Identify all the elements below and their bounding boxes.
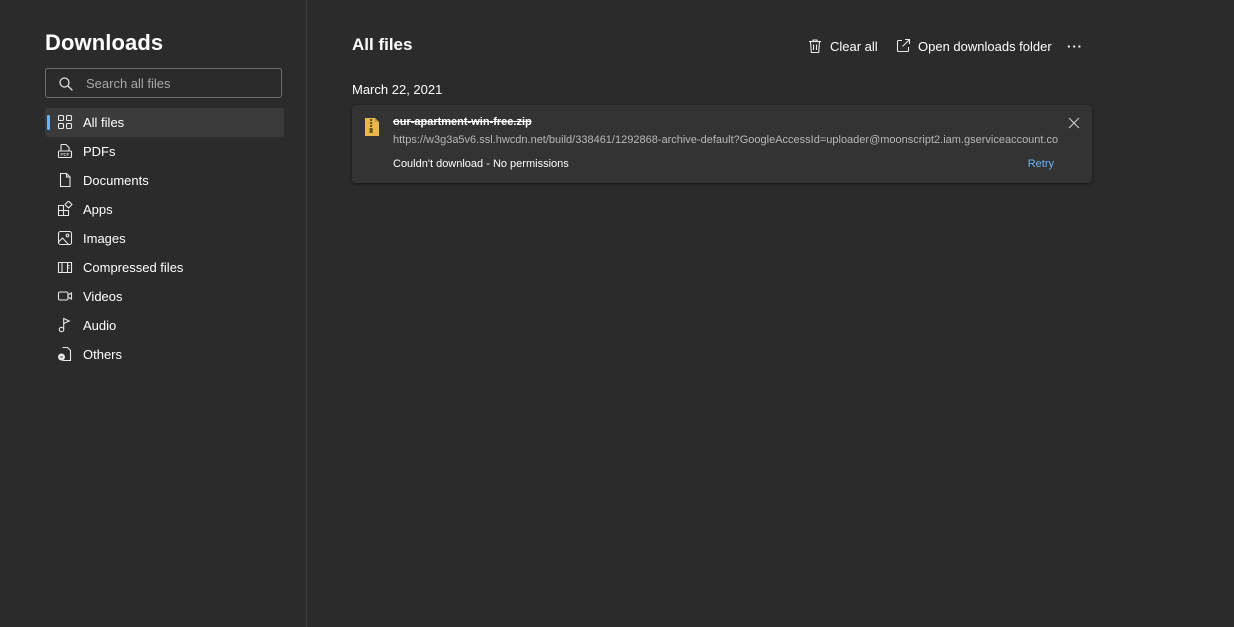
category-nav: All files PDF PDFs Documents Apps Images… xyxy=(45,108,284,369)
sidebar: Downloads All files PDF PDFs xyxy=(0,0,307,627)
svg-text:PDF: PDF xyxy=(61,152,70,157)
image-icon xyxy=(57,230,73,246)
zip-file-icon xyxy=(365,118,379,136)
sidebar-item-label: Videos xyxy=(83,289,123,304)
audio-icon xyxy=(58,317,71,333)
close-icon[interactable] xyxy=(1068,117,1080,129)
sidebar-item-label: Documents xyxy=(83,173,149,188)
pdf-icon: PDF xyxy=(57,143,73,159)
compressed-icon xyxy=(57,261,73,274)
search-input[interactable] xyxy=(86,74,271,92)
download-status: Couldn't download - No permissions xyxy=(393,158,569,170)
sidebar-item-apps[interactable]: Apps xyxy=(45,195,284,224)
main-panel: All files Clear all Open downloads folde… xyxy=(307,0,1234,627)
sidebar-item-label: Apps xyxy=(83,202,113,217)
sidebar-item-label: Images xyxy=(83,231,126,246)
open-downloads-folder-button[interactable]: Open downloads folder xyxy=(895,36,1052,56)
sidebar-item-others[interactable]: Others xyxy=(45,340,284,369)
sidebar-title: Downloads xyxy=(45,30,164,55)
sidebar-item-all-files[interactable]: All files xyxy=(45,108,284,137)
others-icon xyxy=(58,346,72,362)
search-box[interactable] xyxy=(45,68,282,98)
document-icon xyxy=(59,172,71,188)
more-options-icon: ··· xyxy=(1067,38,1083,54)
grid-icon xyxy=(57,114,73,130)
sidebar-item-label: Audio xyxy=(83,318,117,333)
sidebar-item-documents[interactable]: Documents xyxy=(45,166,284,195)
sidebar-item-pdfs[interactable]: PDF PDFs xyxy=(45,137,284,166)
sidebar-item-label: All files xyxy=(83,115,125,130)
video-icon xyxy=(57,291,73,301)
file-name[interactable]: our-apartment-win-free.zip xyxy=(393,116,532,128)
sidebar-item-label: PDFs xyxy=(83,144,116,159)
more-options-button[interactable]: ··· xyxy=(1067,36,1083,56)
trash-icon xyxy=(809,39,821,54)
sidebar-item-audio[interactable]: Audio xyxy=(45,311,284,340)
date-group-heading: March 22, 2021 xyxy=(352,82,443,97)
clear-all-button[interactable]: Clear all xyxy=(807,36,878,56)
sidebar-item-videos[interactable]: Videos xyxy=(45,282,284,311)
sidebar-item-compressed-files[interactable]: Compressed files xyxy=(45,253,284,282)
download-item[interactable]: our-apartment-win-free.zip https://w3g3a… xyxy=(352,105,1092,183)
page-title: All files xyxy=(352,35,413,54)
file-url: https://w3g3a5v6.ssl.hwcdn.net/build/338… xyxy=(393,134,1058,146)
retry-link[interactable]: Retry xyxy=(1028,158,1054,170)
sidebar-item-label: Others xyxy=(83,347,123,362)
clear-all-label: Clear all xyxy=(830,38,878,54)
open-external-icon xyxy=(896,38,911,53)
sidebar-item-label: Compressed files xyxy=(83,260,184,275)
sidebar-item-images[interactable]: Images xyxy=(45,224,284,253)
open-downloads-folder-label: Open downloads folder xyxy=(918,38,1052,54)
apps-icon xyxy=(57,201,73,217)
search-icon xyxy=(59,77,73,91)
